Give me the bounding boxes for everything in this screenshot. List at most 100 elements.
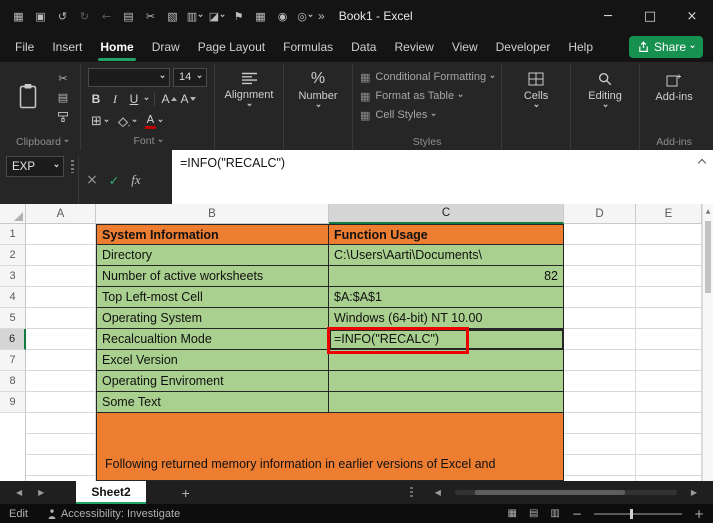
cell-D7[interactable]	[564, 350, 636, 371]
cells-button[interactable]: Cells	[509, 67, 563, 108]
row-header-9[interactable]: 9	[0, 392, 26, 413]
fill-color-button[interactable]	[114, 113, 139, 131]
format-as-table-button[interactable]: ▦ Format as Table	[360, 87, 494, 105]
font-color-button[interactable]: A	[142, 113, 165, 131]
cell-B8[interactable]: Operating Enviroment	[96, 371, 329, 392]
borders-button[interactable]: ⊞	[88, 113, 111, 131]
ribbon-options-icon[interactable]: ▦	[8, 5, 29, 27]
cell-B9[interactable]: Some Text	[96, 392, 329, 413]
row-header-1[interactable]: 1	[0, 224, 26, 245]
new-sheet-button[interactable]: +	[176, 485, 196, 501]
copy-button[interactable]: ▤	[53, 90, 73, 105]
cell-D4[interactable]	[564, 287, 636, 308]
cell-D-below[interactable]	[564, 413, 636, 481]
share-button[interactable]: Share	[628, 36, 703, 58]
cell-B5[interactable]: Operating System	[96, 308, 329, 329]
editing-button[interactable]: Editing	[578, 67, 632, 108]
cell-D8[interactable]	[564, 371, 636, 392]
clipboard-group-label[interactable]: Clipboard	[11, 134, 73, 149]
merged-info-cell[interactable]: Following returned memory information in…	[96, 413, 564, 481]
cell-D3[interactable]	[564, 266, 636, 287]
cell-D5[interactable]	[564, 308, 636, 329]
select-all-button[interactable]	[0, 204, 26, 224]
row-header-7[interactable]: 7	[0, 350, 26, 371]
column-header-A[interactable]: A	[26, 204, 96, 224]
splitter-handle[interactable]	[409, 486, 413, 499]
cell-A5[interactable]	[26, 308, 96, 329]
ribbon-tab-view[interactable]: View	[443, 33, 487, 62]
enter-button[interactable]: ✓	[104, 170, 124, 190]
formula-input[interactable]: =INFO("RECALC")	[172, 150, 713, 204]
camera-icon[interactable]: ◉	[272, 5, 293, 27]
cell-C8[interactable]	[329, 371, 564, 392]
cell-A6[interactable]	[26, 329, 96, 350]
ribbon-tab-insert[interactable]: Insert	[43, 33, 91, 62]
column-header-C[interactable]: C	[329, 204, 564, 224]
cell-A8[interactable]	[26, 371, 96, 392]
picture-icon[interactable]: ▧	[162, 5, 183, 27]
back-icon[interactable]: ←	[96, 5, 117, 27]
cut-icon[interactable]: ✂	[140, 5, 161, 27]
flag-icon[interactable]: ⚑	[228, 5, 249, 27]
accessibility-checker[interactable]: Accessibility: Investigate	[47, 508, 180, 520]
insert-function-button[interactable]: fx	[126, 170, 146, 190]
cell-A1[interactable]	[26, 224, 96, 245]
horizontal-scrollbar-thumb[interactable]	[474, 490, 625, 495]
row-header-8[interactable]: 8	[0, 371, 26, 392]
number-button[interactable]: % Number	[291, 67, 345, 108]
cell-C3[interactable]: 82	[329, 266, 564, 287]
close-button[interactable]: ×	[671, 0, 713, 32]
cell-E9[interactable]	[636, 392, 702, 413]
font-group-label[interactable]: Font	[88, 134, 207, 149]
cell-E6[interactable]	[636, 329, 702, 350]
cancel-button[interactable]: ×	[82, 170, 102, 190]
scroll-right-icon[interactable]: ▶	[683, 488, 705, 497]
column-header-D[interactable]: D	[564, 204, 636, 224]
ribbon-tab-developer[interactable]: Developer	[487, 33, 560, 62]
cell-B7[interactable]: Excel Version	[96, 350, 329, 371]
addins-button[interactable]: Add-ins	[647, 67, 701, 103]
cell-E3[interactable]	[636, 266, 702, 287]
font-name-select[interactable]	[88, 67, 170, 87]
cell-E4[interactable]	[636, 287, 702, 308]
name-box[interactable]: EXP	[6, 156, 64, 177]
ribbon-tab-page-layout[interactable]: Page Layout	[189, 33, 274, 62]
increase-font-size-button[interactable]: A	[161, 91, 177, 108]
cell-B6[interactable]: Recalcualtion Mode	[96, 329, 329, 350]
cell-styles-button[interactable]: ▦ Cell Styles	[360, 106, 494, 124]
bold-button[interactable]: B	[88, 91, 104, 108]
cell-D6[interactable]	[564, 329, 636, 350]
cell-B4[interactable]: Top Left-most Cell	[96, 287, 329, 308]
row-header-5[interactable]: 5	[0, 308, 26, 329]
scroll-left-icon[interactable]: ◀	[427, 488, 449, 497]
paste-button[interactable]	[11, 67, 45, 125]
row-header-3[interactable]: 3	[0, 266, 26, 287]
cell-E7[interactable]	[636, 350, 702, 371]
save-icon[interactable]: ▣	[30, 5, 51, 27]
alignment-button[interactable]: Alignment	[222, 67, 276, 107]
undo-icon[interactable]: ↺	[52, 5, 73, 27]
collapse-formula-bar-icon[interactable]	[697, 158, 707, 168]
row-header-4[interactable]: 4	[0, 287, 26, 308]
vertical-scrollbar[interactable]: ▲	[702, 204, 713, 481]
row-header-6[interactable]: 6	[0, 329, 26, 350]
cell-C1[interactable]: Function Usage	[329, 224, 564, 245]
format-painter-icon[interactable]: ◪	[206, 5, 227, 27]
format-painter-button[interactable]	[53, 109, 73, 124]
cell-A-below[interactable]	[26, 413, 96, 481]
cell-E2[interactable]	[636, 245, 702, 266]
cell-D9[interactable]	[564, 392, 636, 413]
chevron-down-icon[interactable]	[144, 95, 149, 101]
decrease-font-size-button[interactable]: A	[180, 91, 196, 108]
minimize-button[interactable]: ─	[587, 0, 629, 32]
cell-A4[interactable]	[26, 287, 96, 308]
cell-C5[interactable]: Windows (64-bit) NT 10.00	[329, 308, 564, 329]
print-preview-icon[interactable]: ▥	[184, 5, 205, 27]
sheet-nav-right-icon[interactable]: ▶	[30, 488, 52, 497]
page-break-view-button[interactable]: ▥	[550, 508, 559, 519]
ribbon-tab-home[interactable]: Home	[91, 33, 142, 62]
cell-C4[interactable]: $A:$A$1	[329, 287, 564, 308]
drag-handle[interactable]	[71, 160, 74, 173]
cut-button[interactable]: ✂	[53, 71, 73, 86]
cell-C2[interactable]: C:\Users\Aarti\Documents\	[329, 245, 564, 266]
